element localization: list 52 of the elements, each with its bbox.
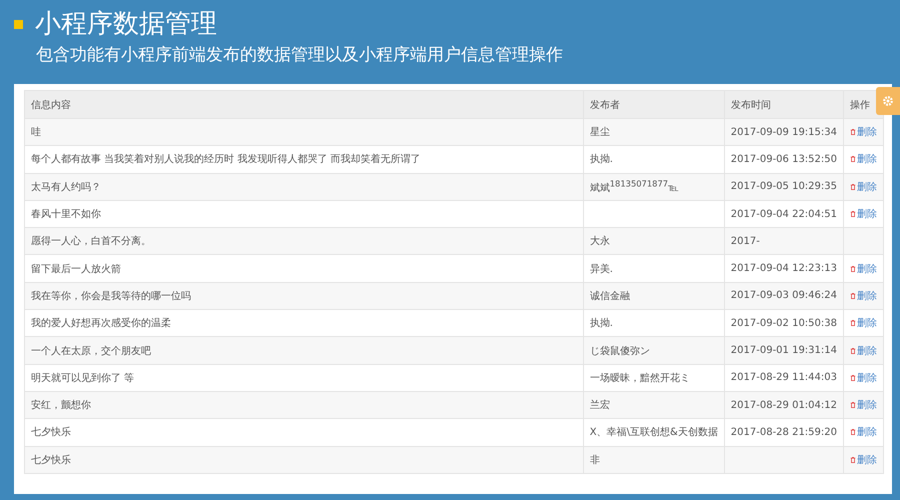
table-cell: 2017-09-06 13:52:50 (724, 146, 844, 174)
table-cell: 一个人在太原，交个朋友吧 (24, 336, 584, 364)
table-cell: 每个人都有故事 当我笑着对别人说我的经历时 我发现听得人都哭了 而我却笑着无所谓了 (24, 146, 584, 174)
trash-icon (850, 401, 856, 410)
table-cell: 2017-09-01 19:31:14 (724, 336, 844, 364)
table-cell: 2017-09-09 19:15:34 (724, 118, 844, 146)
column-header: 信息内容 (24, 90, 584, 118)
table-cell: 七夕快乐 (24, 446, 584, 474)
trash-icon (850, 374, 856, 382)
table-cell: じ袋鼠傻弥ン (583, 336, 724, 364)
table-cell: 2017-08-29 11:44:03 (724, 364, 844, 392)
table-cell: 诚信金融 (583, 282, 724, 310)
table-cell: 2017-09-05 10:29:35 (724, 173, 844, 200)
trash-icon (850, 210, 856, 218)
trash-icon (850, 319, 856, 328)
settings-button[interactable] (876, 87, 900, 115)
table-cell: 太马有人约吗？ (24, 173, 584, 200)
column-header: 发布者 (583, 90, 724, 118)
trash-icon (850, 155, 856, 164)
trash-icon (850, 428, 856, 436)
settings-icon (882, 95, 894, 107)
table-cell: 2017-09-03 09:46:24 (724, 282, 844, 310)
table-cell: 我在等你，你会是我等待的哪一位吗 (24, 282, 584, 310)
trash-icon (850, 292, 856, 300)
table-cell: 留下最后一人放火箭 (24, 254, 584, 282)
trash-icon (850, 128, 856, 136)
table-cell: 2017-08-28 21:59:20 (724, 418, 844, 446)
table-cell: 明天就可以见到你了 等 (24, 364, 584, 392)
trash-icon (850, 456, 856, 464)
trash-icon (850, 346, 856, 355)
table-cell: 七夕快乐 (24, 418, 584, 446)
table-cell: 大永 (583, 228, 724, 255)
slide-title: 小程序数据管理 (35, 8, 217, 41)
table-cell: X、幸福\互联创想&天创数据 (583, 418, 724, 446)
table-cell: 哇 (24, 118, 584, 146)
table-cell: 星尘 (583, 118, 724, 146)
trash-icon (850, 264, 856, 273)
table-cell: 2017-08-29 01:04:12 (724, 391, 844, 419)
column-header: 发布时间 (724, 90, 844, 118)
slide-subtitle: 包含功能有小程序前端发布的数据管理以及小程序端用户信息管理操作 (36, 44, 564, 67)
trash-icon (850, 182, 856, 191)
table-cell: 2017- (724, 228, 844, 255)
table-cell: 安红，颤想你 (24, 391, 584, 419)
table-cell: 愿得一人心，白首不分离。 (24, 228, 584, 255)
table-cell: 执拗. (583, 146, 724, 174)
table-cell: 斌斌$^{18135071877}$℡ (583, 173, 724, 200)
table-cell: 异美. (583, 254, 724, 282)
table-cell: 2017-09-04 12:23:13 (724, 254, 844, 282)
table-cell: 兰宏 (583, 391, 724, 419)
table-cell: 非 (583, 446, 724, 474)
table-cell: 一场暧昧，黯然开花ミ (583, 364, 724, 392)
bullet-icon (14, 20, 23, 28)
